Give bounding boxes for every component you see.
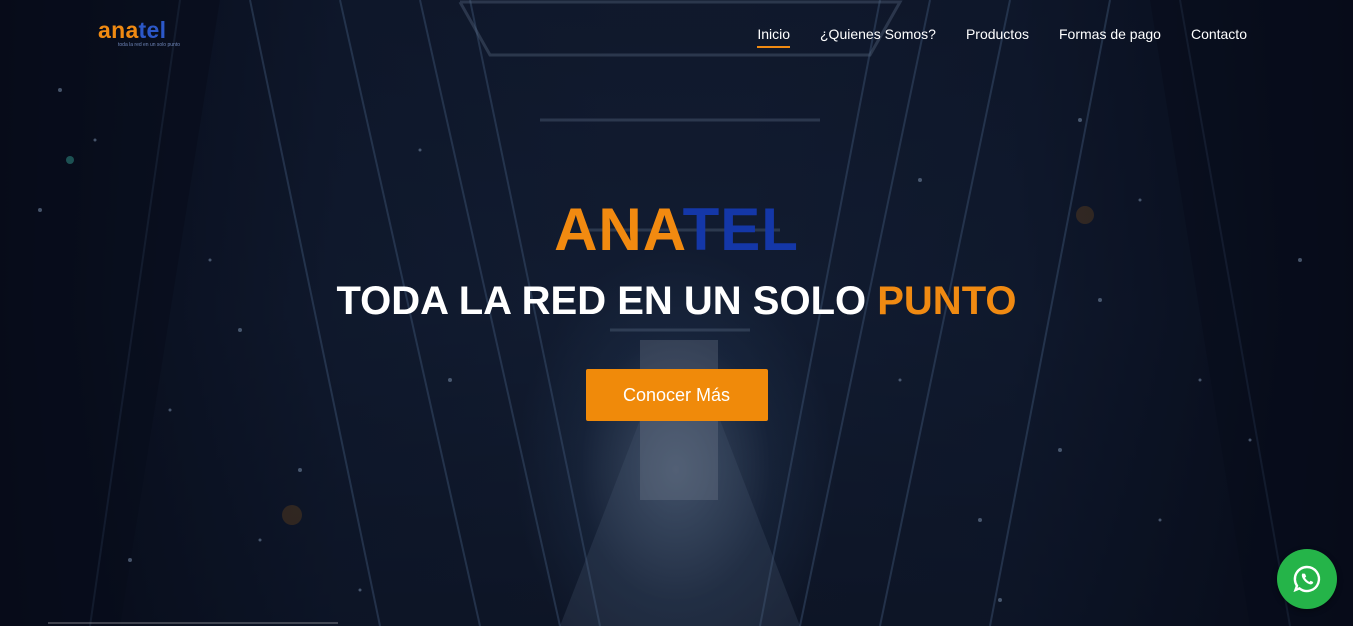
logo-text-ana: ana: [98, 17, 139, 43]
nav-item-contacto[interactable]: Contacto: [1191, 26, 1247, 48]
hero-brand-ana: ANA: [554, 196, 683, 263]
logo-text-tel: tel: [138, 17, 167, 43]
site-logo[interactable]: anatel toda la red en un solo punto: [98, 18, 188, 48]
hero-tagline-accent: PUNTO: [877, 279, 1017, 323]
hero-tagline: TODA LA RED EN UN SOLO PUNTO: [0, 275, 1353, 327]
nav-item-productos[interactable]: Productos: [966, 26, 1029, 48]
hero-tagline-main: TODA LA RED EN UN SOLO: [336, 279, 878, 323]
main-navigation: Inicio ¿Quienes Somos? Productos Formas …: [727, 26, 1247, 48]
hero-brand-tel: TEL: [682, 196, 799, 263]
whatsapp-button[interactable]: [1277, 549, 1337, 609]
whatsapp-icon: [1293, 565, 1321, 593]
nav-item-inicio[interactable]: Inicio: [757, 26, 790, 48]
nav-item-quienes-somos[interactable]: ¿Quienes Somos?: [820, 26, 936, 48]
conocer-mas-button[interactable]: Conocer Más: [585, 369, 768, 421]
hero-section: ANATEL TODA LA RED EN UN SOLO PUNTO Cono…: [0, 195, 1353, 421]
hero-brand-title: ANATEL: [0, 195, 1353, 265]
logo-tagline: toda la red en un solo punto: [118, 42, 180, 48]
nav-item-formas-de-pago[interactable]: Formas de pago: [1059, 26, 1161, 48]
